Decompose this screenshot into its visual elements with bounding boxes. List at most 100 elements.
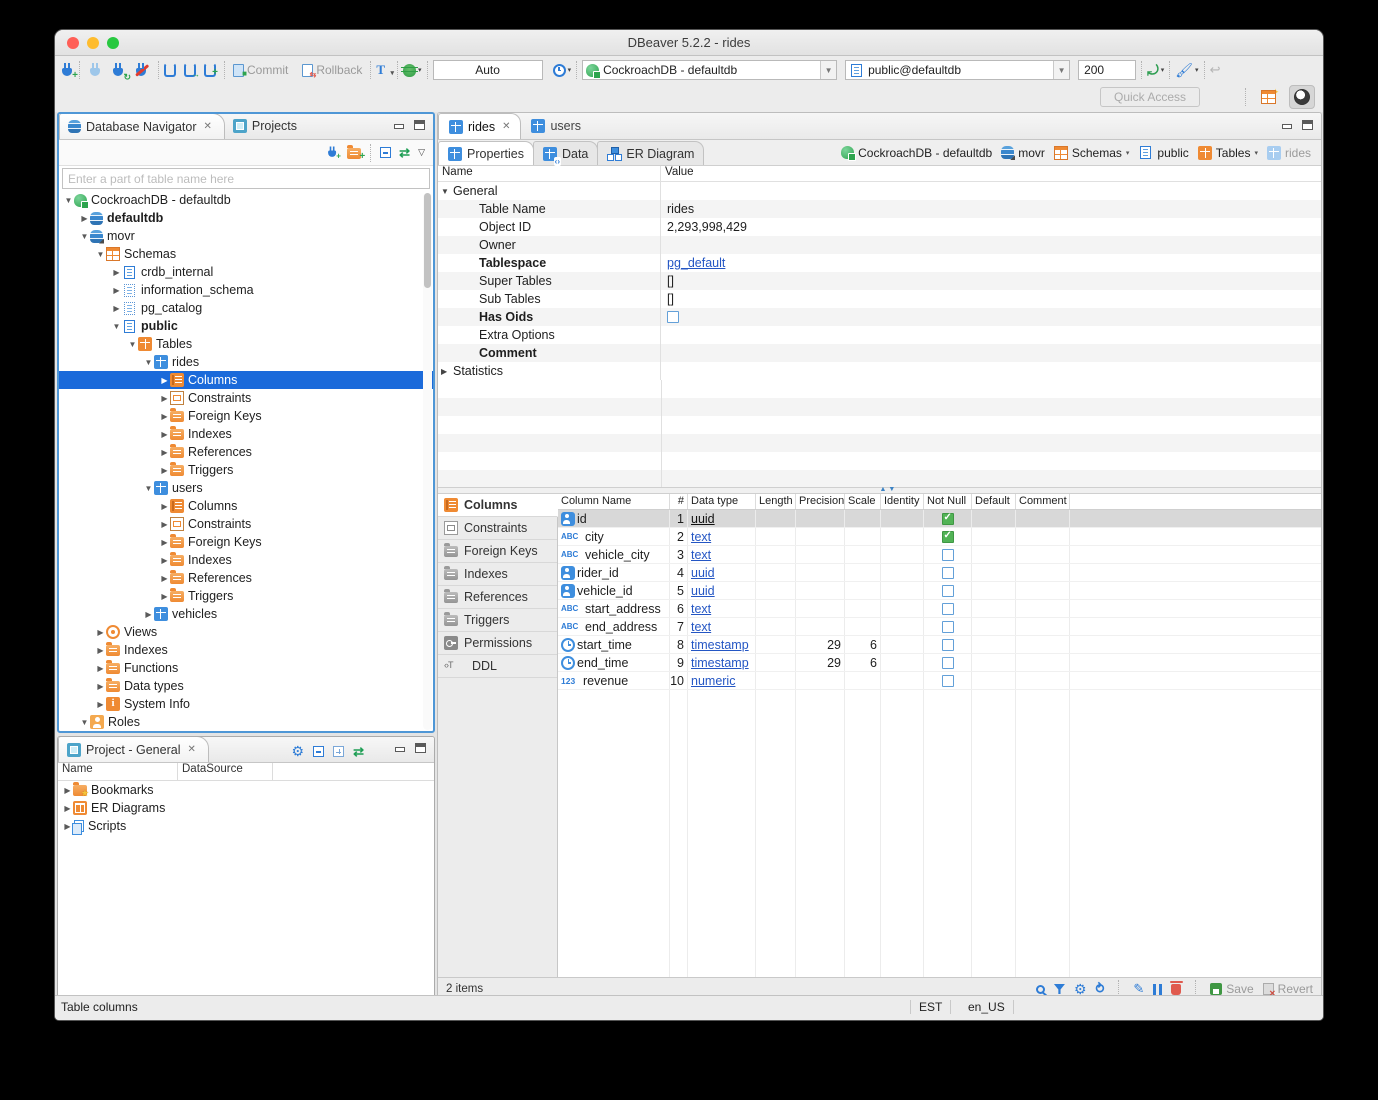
fetch-size-input[interactable]: 200 — [1078, 60, 1136, 80]
tree-item-foreign-keys[interactable]: ▶Foreign Keys — [59, 407, 433, 425]
not-null-checkbox[interactable] — [942, 585, 954, 597]
new-connection-icon[interactable]: + — [61, 63, 74, 78]
column-row-start-address[interactable]: start_address6text — [558, 600, 1321, 618]
reconnect-icon[interactable]: ↻ — [112, 63, 125, 78]
breadcrumb-schemas[interactable]: Schemas▾ — [1054, 146, 1130, 160]
tree-item-foreign-keys[interactable]: ▶Foreign Keys — [59, 533, 433, 551]
not-null-checkbox[interactable] — [942, 639, 954, 651]
project-item-bookmarks[interactable]: ▶Bookmarks — [58, 781, 434, 799]
not-null-checkbox[interactable] — [942, 513, 954, 525]
tab-database-navigator[interactable]: Database Navigator ✕ — [59, 113, 225, 139]
data-type-link[interactable]: timestamp — [691, 638, 749, 652]
column-row-id[interactable]: id1uuid — [558, 510, 1321, 528]
minimize-window-button[interactable] — [87, 37, 99, 49]
maximize-editor-icon[interactable] — [1302, 120, 1313, 130]
detail-tab-columns[interactable]: Columns — [438, 494, 558, 517]
maximize-view-icon[interactable] — [415, 743, 426, 753]
expand-arrow-icon[interactable]: ▶ — [111, 304, 122, 313]
disconnect-icon[interactable] — [135, 63, 148, 78]
column-header-data-type[interactable]: Data type — [688, 494, 756, 509]
expand-arrow-icon[interactable]: ▶ — [159, 394, 170, 403]
tree-item-triggers[interactable]: ▶Triggers — [59, 461, 433, 479]
tree-item-constraints[interactable]: ▶Constraints — [59, 389, 433, 407]
detail-tab-foreign-keys[interactable]: Foreign Keys — [438, 540, 557, 563]
tree-item-movr[interactable]: ▼movr — [59, 227, 433, 245]
filter-icon[interactable] — [1054, 984, 1065, 994]
table-filter-input[interactable] — [63, 172, 429, 186]
subtab-data[interactable]: Data — [533, 141, 598, 165]
link-with-editor-icon[interactable]: ⇄ — [399, 145, 410, 161]
expand-arrow-icon[interactable]: ▶ — [159, 520, 170, 529]
column-header-not-null[interactable]: Not Null — [924, 494, 972, 509]
sql-editor-icon[interactable] — [164, 63, 176, 77]
transaction-time-icon[interactable] — [553, 64, 566, 77]
data-type-link[interactable]: uuid — [691, 512, 715, 526]
expand-arrow-icon[interactable]: ▶ — [159, 430, 170, 439]
detail-tab-ddl[interactable]: DDL — [438, 655, 557, 678]
properties-header-value[interactable]: Value — [661, 166, 694, 181]
collapse-arrow-icon[interactable]: ▼ — [441, 187, 453, 196]
expand-arrow-icon[interactable]: ▶ — [159, 574, 170, 583]
expand-arrow-icon[interactable]: ▶ — [159, 466, 170, 475]
schema-combo[interactable]: public@defaultdb ▼ — [845, 60, 1070, 80]
expand-arrow-icon[interactable]: ▶ — [159, 556, 170, 565]
tree-item-indexes[interactable]: ▶Indexes — [59, 551, 433, 569]
locale-indicator[interactable]: en_US — [960, 1000, 1014, 1014]
not-null-checkbox[interactable] — [942, 531, 954, 543]
expand-arrow-icon[interactable]: ▶ — [159, 592, 170, 601]
property-row-general[interactable]: ▼General — [438, 182, 1321, 200]
property-row-tablespace[interactable]: Tablespacepg_default — [438, 254, 1321, 272]
tree-item-rides[interactable]: ▼rides — [59, 353, 433, 371]
maximize-view-icon[interactable] — [414, 120, 425, 130]
close-window-button[interactable] — [67, 37, 79, 49]
column-header-identity[interactable]: Identity — [881, 494, 924, 509]
schema-combo-arrow-icon[interactable]: ▼ — [1053, 61, 1069, 79]
expand-arrow-icon[interactable]: ▶ — [79, 214, 90, 223]
expand-arrow-icon[interactable]: ▶ — [159, 412, 170, 421]
new-folder-icon[interactable]: + — [347, 148, 361, 159]
save-button[interactable]: Save — [1210, 982, 1253, 996]
open-perspective-button[interactable]: ✦ — [1257, 85, 1283, 109]
link-with-editor-icon[interactable]: ⇄ — [353, 744, 364, 760]
rollback-button[interactable]: ⇆Rollback — [299, 61, 365, 79]
breadcrumb-rides[interactable]: rides — [1267, 146, 1311, 160]
subtab-er-diagram[interactable]: ER Diagram — [597, 141, 704, 165]
property-row-statistics[interactable]: ▶Statistics — [438, 362, 1321, 380]
column-header-default[interactable]: Default — [972, 494, 1016, 509]
tree-item-defaultdb[interactable]: ▶defaultdb — [59, 209, 433, 227]
collapse-all-icon[interactable] — [380, 147, 391, 158]
column-header-column-name[interactable]: Column Name — [558, 494, 670, 509]
chevron-down-icon[interactable]: ▾ — [1254, 149, 1258, 157]
expand-arrow-icon[interactable]: ▶ — [111, 268, 122, 277]
columns-layout-icon[interactable] — [1153, 984, 1162, 995]
expand-arrow-icon[interactable]: ▶ — [159, 538, 170, 547]
detail-tab-references[interactable]: References — [438, 586, 557, 609]
expand-arrow-icon[interactable]: ▶ — [111, 286, 122, 295]
properties-header-name[interactable]: Name — [438, 166, 661, 181]
property-row-has-oids[interactable]: Has Oids — [438, 308, 1321, 326]
data-type-link[interactable]: timestamp — [691, 656, 749, 670]
column-header-comment[interactable]: Comment — [1016, 494, 1070, 509]
column-row-revenue[interactable]: revenue10numeric — [558, 672, 1321, 690]
collapse-all-icon[interactable] — [313, 746, 324, 757]
debug-dropdown-icon[interactable]: ▾ — [418, 66, 422, 74]
connect-icon[interactable] — [89, 63, 102, 78]
property-row-comment[interactable]: Comment — [438, 344, 1321, 362]
delete-icon[interactable] — [1171, 984, 1181, 995]
expand-arrow-icon[interactable]: ▶ — [95, 700, 106, 709]
tree-item-tables[interactable]: ▼Tables — [59, 335, 433, 353]
data-type-link[interactable]: text — [691, 530, 711, 544]
editor-tab-users[interactable]: users — [521, 113, 591, 139]
collapse-arrow-icon[interactable]: ▼ — [79, 232, 90, 241]
column-header-datasource[interactable]: DataSource — [178, 763, 273, 780]
editor-tab-rides[interactable]: rides✕ — [438, 113, 521, 139]
data-type-link[interactable]: text — [691, 602, 711, 616]
tree-item-triggers[interactable]: ▶Triggers — [59, 587, 433, 605]
detail-tab-indexes[interactable]: Indexes — [438, 563, 557, 586]
expand-arrow-icon[interactable]: ▶ — [95, 628, 106, 637]
not-null-checkbox[interactable] — [942, 657, 954, 669]
search-icon[interactable] — [1036, 985, 1045, 994]
breadcrumb-tables[interactable]: Tables▾ — [1198, 146, 1258, 160]
new-connection-icon[interactable]: + — [327, 147, 337, 159]
tree-item-information-schema[interactable]: ▶information_schema — [59, 281, 433, 299]
